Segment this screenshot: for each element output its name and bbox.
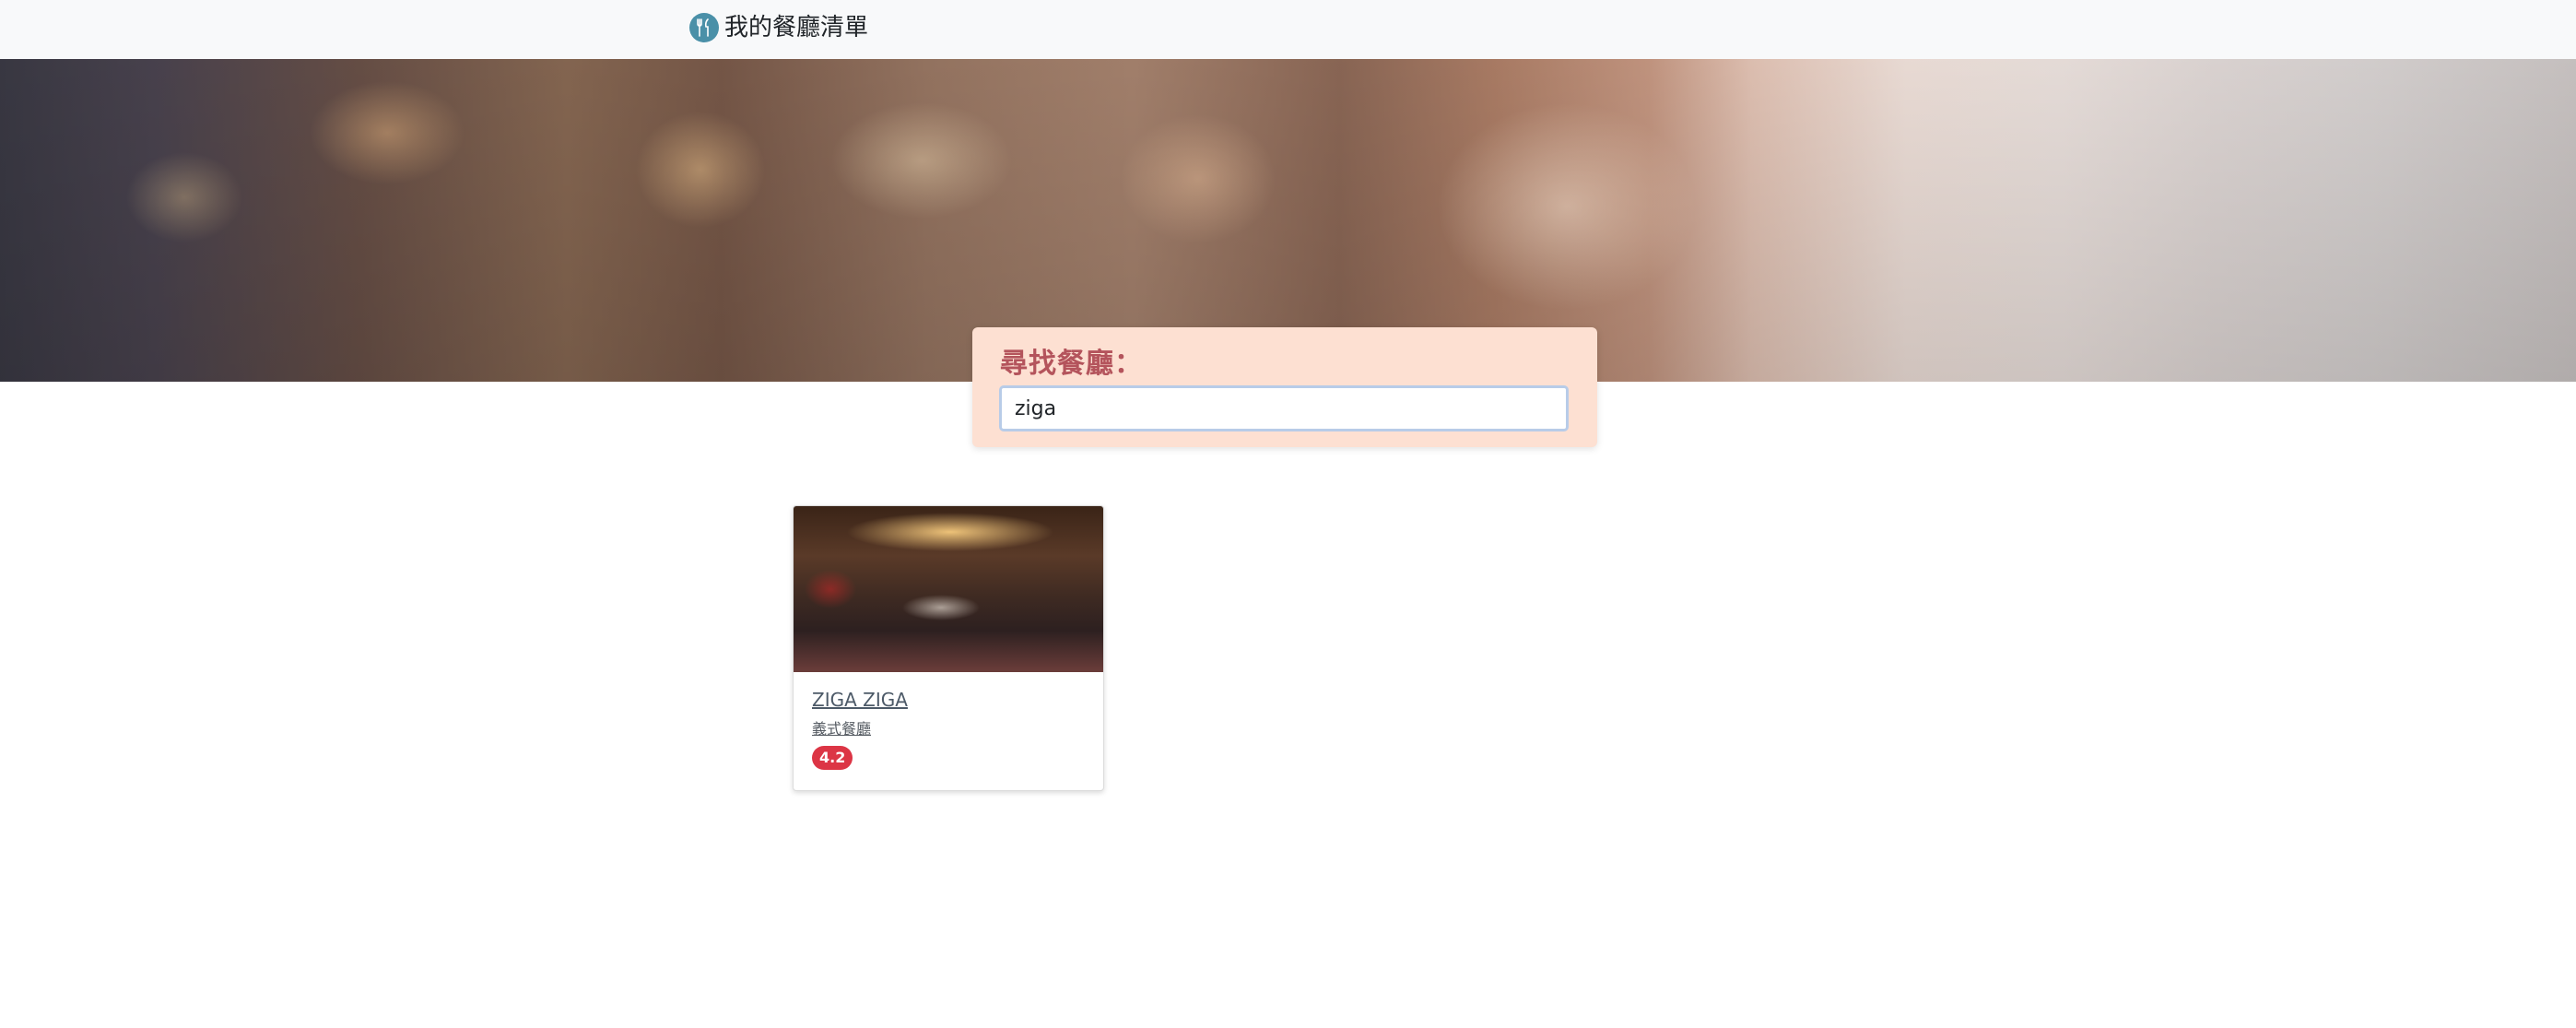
restaurant-category[interactable]: 義式餐廳 bbox=[812, 716, 871, 739]
search-label: 尋找餐廳： bbox=[1000, 348, 1143, 380]
restaurant-image[interactable] bbox=[794, 506, 1103, 672]
restaurant-card[interactable]: ZIGA ZIGA 義式餐廳 4.2 bbox=[793, 505, 1104, 791]
search-panel: 尋找餐廳： bbox=[972, 327, 1597, 447]
navbar: 我的餐廳清單 bbox=[0, 0, 2576, 59]
search-input[interactable] bbox=[999, 385, 1569, 431]
brand-title: 我的餐廳清單 bbox=[724, 14, 869, 41]
brand-link[interactable]: 我的餐廳清單 bbox=[689, 9, 868, 46]
utensils-icon bbox=[689, 13, 719, 42]
rating-badge: 4.2 bbox=[812, 746, 853, 770]
restaurant-name[interactable]: ZIGA ZIGA bbox=[812, 689, 908, 711]
